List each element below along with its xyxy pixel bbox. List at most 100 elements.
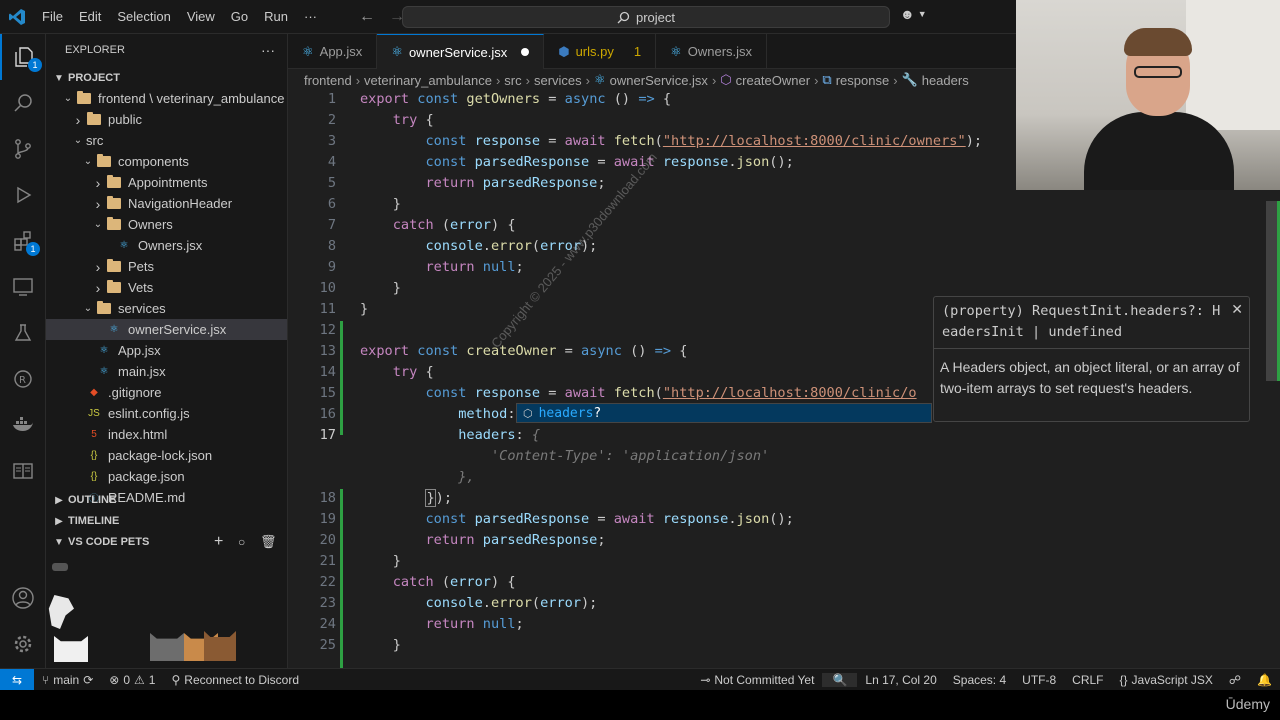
tab-app-jsx[interactable]: ⚛ App.jsx xyxy=(288,34,378,69)
remote-indicator-icon[interactable]: ⇆ xyxy=(0,668,34,691)
pets-section-header[interactable]: ▼ VS CODE PETS + ○ 🗑 xyxy=(46,531,287,553)
code-line: catch (error) { xyxy=(392,574,516,590)
line-ending[interactable]: CRLF xyxy=(1064,673,1111,687)
close-icon[interactable]: ✕ xyxy=(1231,301,1243,318)
line-number: 19 xyxy=(319,511,336,527)
docker-activity[interactable] xyxy=(0,402,46,448)
tab-owners-jsx[interactable]: ⚛ Owners.jsx xyxy=(656,34,768,69)
discord-status[interactable]: ⚲ Reconnect to Discord xyxy=(163,673,307,687)
tree-item[interactable]: ⚛ App.jsx xyxy=(46,340,287,361)
menu-selection[interactable]: Selection xyxy=(109,0,178,34)
menu-view[interactable]: View xyxy=(179,0,223,34)
breadcrumb-item[interactable]: services xyxy=(534,73,582,88)
language-mode[interactable]: {} JavaScript JSX xyxy=(1112,673,1221,687)
branch-indicator[interactable]: ⑂ main ⟳ xyxy=(34,673,101,687)
remote-explorer-activity[interactable] xyxy=(0,264,46,310)
method-icon: ⬡ xyxy=(720,72,732,87)
copilot-button[interactable]: ☻ ▼ xyxy=(900,6,927,22)
chevron-down-icon: ⌄ xyxy=(73,135,83,146)
tree-item[interactable]: › Pets xyxy=(46,256,287,277)
feedback-button[interactable]: ☍ xyxy=(1221,673,1249,687)
problems-indicator[interactable]: ⊗ 0 ⚠ 1 xyxy=(101,673,163,687)
explorer-activity[interactable]: 1 xyxy=(0,34,46,80)
gear-icon xyxy=(14,635,32,653)
menu-edit[interactable]: Edit xyxy=(71,0,109,34)
folder-icon xyxy=(96,301,112,317)
tab-label: urls.py xyxy=(575,44,614,59)
manage-activity[interactable] xyxy=(0,621,46,667)
more-actions-icon[interactable]: ··· xyxy=(261,42,275,58)
chevron-right-icon: › xyxy=(95,258,101,275)
tree-item[interactable]: › Vets xyxy=(46,277,287,298)
tab-owner-service-jsx[interactable]: ⚛ ownerService.jsx xyxy=(377,34,545,69)
testing-activity[interactable] xyxy=(0,310,46,356)
notes-activity[interactable] xyxy=(0,448,46,494)
search-icon xyxy=(14,94,32,112)
chevron-down-icon: ▼ xyxy=(54,72,64,84)
indentation[interactable]: Spaces: 4 xyxy=(945,673,1014,687)
line-number: 17 xyxy=(319,427,336,443)
breadcrumb-item[interactable]: headers xyxy=(922,73,969,88)
project-section-header[interactable]: ▼ PROJECT xyxy=(46,67,287,89)
line-number: 5 xyxy=(327,175,336,191)
line-number: 11 xyxy=(319,301,336,317)
breadcrumb-item[interactable]: ownerService.jsx xyxy=(610,73,708,88)
tree-item[interactable]: ⌄ Owners xyxy=(46,214,287,235)
menu-more[interactable]: ··· xyxy=(296,0,325,34)
circle-icon[interactable]: ○ xyxy=(238,535,245,549)
menu-run[interactable]: Run xyxy=(256,0,296,34)
menu-file[interactable]: File xyxy=(34,0,71,34)
tab-urls-py[interactable]: ⬢ urls.py 1 xyxy=(544,34,657,69)
breadcrumb-item[interactable]: createOwner xyxy=(736,73,810,88)
command-center-search[interactable]: project xyxy=(402,6,890,28)
line-number: 22 xyxy=(319,574,336,590)
git-blame-status[interactable]: ⊸ Not Committed Yet xyxy=(692,673,822,687)
breadcrumb-item[interactable]: response xyxy=(836,73,889,88)
explorer-sidebar: EXPLORER ··· ▼ PROJECT ⌄ frontend \ veter… xyxy=(46,34,288,668)
rest-client-activity[interactable]: R xyxy=(0,356,46,402)
wrench-icon: 🔧 xyxy=(901,72,918,87)
vscode-logo-icon xyxy=(0,0,34,34)
source-control-activity[interactable] xyxy=(0,126,46,172)
tree-item[interactable]: › public xyxy=(46,109,287,130)
code-line: return null; xyxy=(425,259,524,275)
tree-item[interactable]: ⌄ components xyxy=(46,151,287,172)
warning-icon: ⚠ xyxy=(134,672,145,687)
tree-item[interactable]: {} package-lock.json xyxy=(46,445,287,466)
search-activity[interactable] xyxy=(0,80,46,126)
breadcrumb-item[interactable]: veterinary_ambulance xyxy=(364,73,492,88)
tree-item-label: App.jsx xyxy=(118,343,161,358)
extensions-activity[interactable]: 1 xyxy=(0,218,46,264)
code-line: } xyxy=(360,196,401,212)
outline-section-header[interactable]: ▶ OUTLINE xyxy=(46,489,287,511)
tree-item[interactable]: ⌄ src xyxy=(46,130,287,151)
notifications-button[interactable]: 🔔 xyxy=(1249,673,1280,687)
tree-item[interactable]: ⚛ Owners.jsx xyxy=(46,235,287,256)
tree-item[interactable]: JS eslint.config.js xyxy=(46,403,287,424)
tree-item[interactable]: ⚛ main.jsx xyxy=(46,361,287,382)
menu-go[interactable]: Go xyxy=(223,0,256,34)
tree-item[interactable]: ⚛ ownerService.jsx xyxy=(46,319,287,340)
tree-item[interactable]: 5 index.html xyxy=(46,424,287,445)
breadcrumb-item[interactable]: frontend xyxy=(304,73,352,88)
tree-item[interactable]: ⌄ frontend \ veterinary_ambulance xyxy=(46,88,287,109)
back-arrow-icon[interactable]: ← xyxy=(359,8,375,26)
accounts-activity[interactable] xyxy=(0,575,46,621)
run-debug-activity[interactable] xyxy=(0,172,46,218)
tree-item[interactable]: › Appointments xyxy=(46,172,287,193)
tree-item[interactable]: ⌄ services xyxy=(46,298,287,319)
tree-item[interactable]: ◆ .gitignore xyxy=(46,382,287,403)
breadcrumb-item[interactable]: src xyxy=(504,73,521,88)
trash-icon[interactable]: 🗑 xyxy=(260,534,277,550)
add-pet-icon[interactable]: + xyxy=(214,533,223,551)
tree-item[interactable]: {} package.json xyxy=(46,466,287,487)
timeline-section-header[interactable]: ▶ TIMELINE xyxy=(46,510,287,532)
unsaved-dot-icon[interactable] xyxy=(521,48,530,56)
suggestion-item-headers[interactable]: ⬡ headers? xyxy=(517,404,931,422)
encoding[interactable]: UTF-8 xyxy=(1014,673,1064,687)
zoom-indicator[interactable]: 🔍 xyxy=(822,672,858,687)
cursor-position[interactable]: Ln 17, Col 20 xyxy=(857,673,944,687)
code-line: return parsedResponse; xyxy=(425,532,606,548)
pets-panel xyxy=(46,553,287,668)
tree-item[interactable]: › NavigationHeader xyxy=(46,193,287,214)
